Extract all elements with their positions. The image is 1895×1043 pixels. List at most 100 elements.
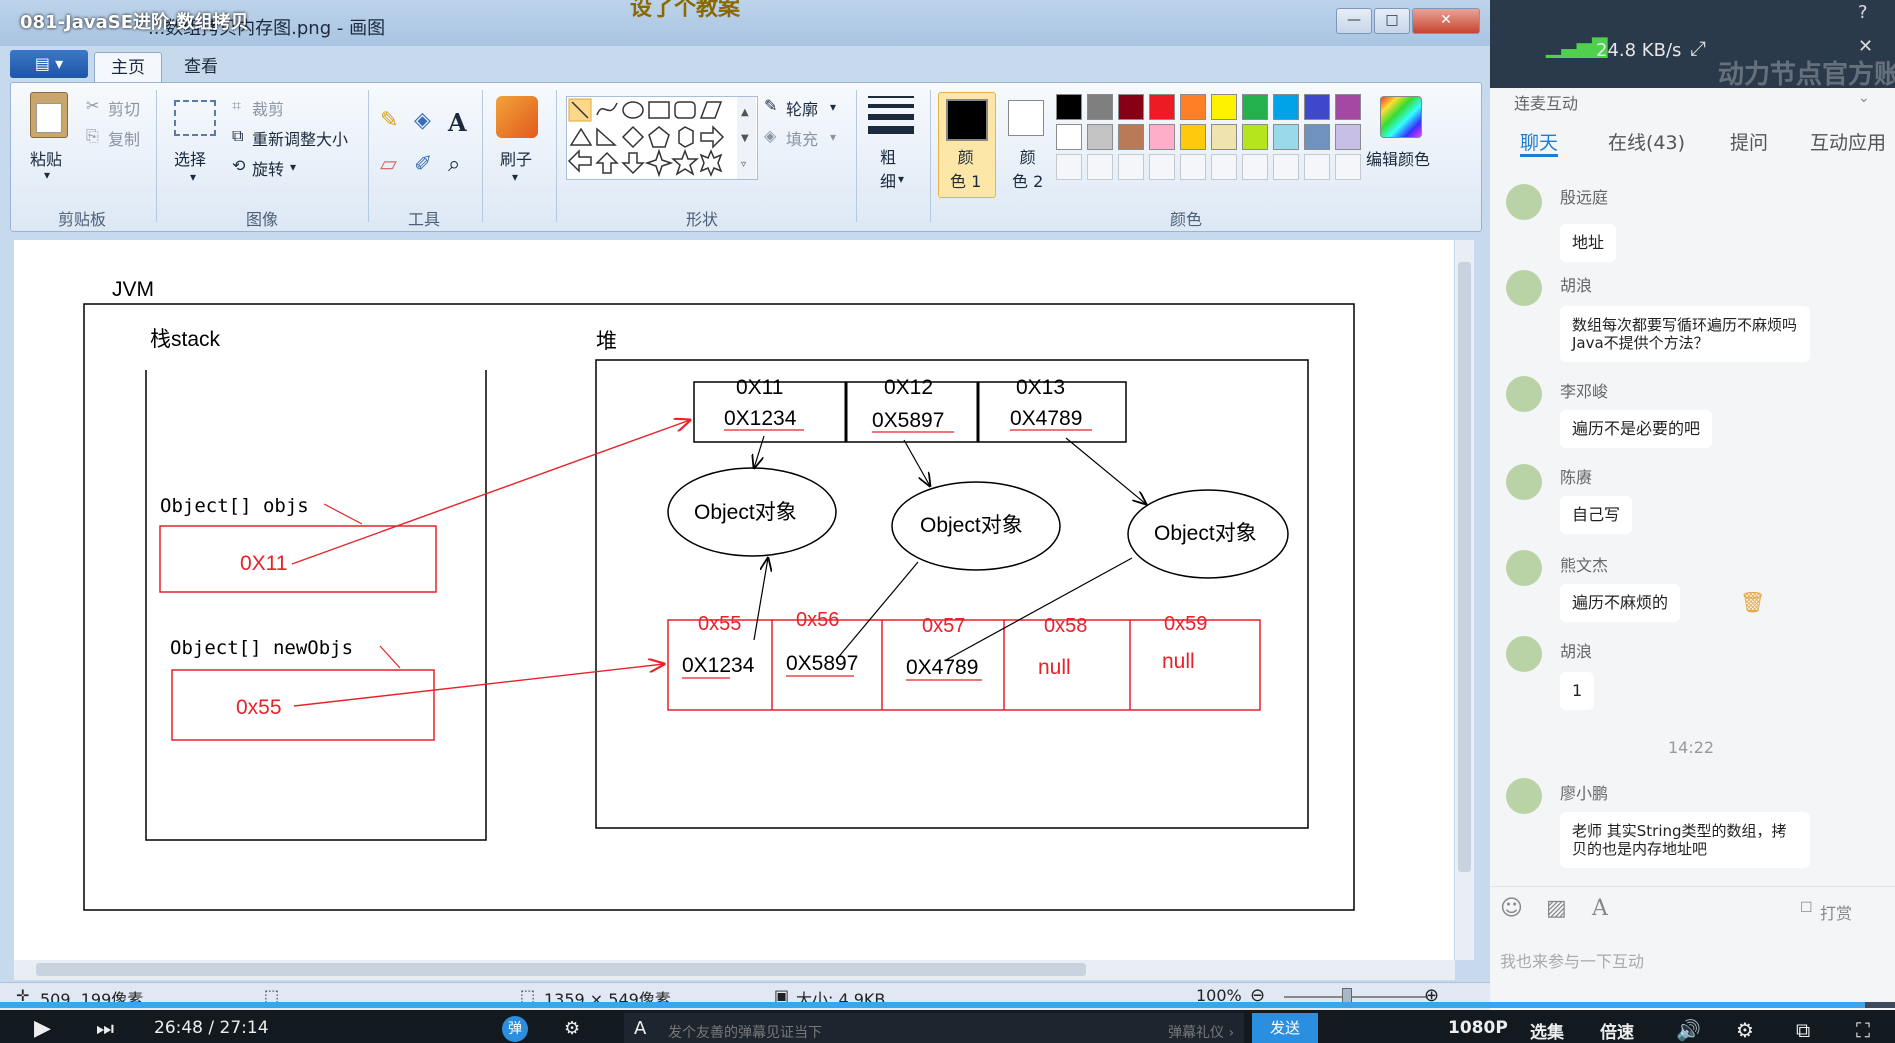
color-swatch[interactable] xyxy=(1335,94,1361,120)
fullscreen-icon[interactable]: ⛶ xyxy=(1856,1018,1870,1042)
color-swatch[interactable] xyxy=(1242,94,1268,120)
chevron-down-icon[interactable]: ▾ xyxy=(512,170,518,184)
fill-bucket-icon[interactable]: ◈ xyxy=(414,108,431,133)
color-swatch[interactable] xyxy=(1180,94,1206,120)
color-swatch[interactable] xyxy=(1242,124,1268,150)
edit-colors-button[interactable]: 编辑颜色 xyxy=(1366,146,1430,170)
color-swatch[interactable] xyxy=(1335,124,1361,150)
text-tool-icon[interactable]: A xyxy=(448,108,467,137)
fullscreen-icon[interactable]: ⤢ xyxy=(1690,36,1706,60)
brush-icon[interactable] xyxy=(496,96,538,138)
tab-chat[interactable]: 聊天 xyxy=(1520,128,1558,155)
vertical-scrollbar[interactable] xyxy=(1455,240,1474,960)
color-swatch[interactable] xyxy=(1273,124,1299,150)
color-swatch[interactable] xyxy=(1087,154,1113,180)
close-icon[interactable]: ✕ xyxy=(1858,36,1873,57)
fill-button[interactable]: 填充 xyxy=(786,126,818,150)
close-button[interactable]: ✕ xyxy=(1412,8,1480,34)
resize-button[interactable]: 重新调整大小 xyxy=(252,126,348,150)
danmaku-input[interactable]: 发个友善的弹幕见证当下 xyxy=(668,1022,822,1042)
chevron-down-icon[interactable]: ▾ xyxy=(44,168,50,182)
maximize-button[interactable]: □ xyxy=(1374,8,1410,34)
color-swatch[interactable] xyxy=(1087,94,1113,120)
color-palette[interactable] xyxy=(1056,94,1366,182)
tab-view[interactable]: 查看 xyxy=(168,52,234,82)
outline-button[interactable]: 轮廓 xyxy=(786,96,818,120)
paste-button[interactable]: 粘贴 xyxy=(30,146,62,170)
danmaku-toggle-icon[interactable]: 弹 xyxy=(502,1016,528,1042)
danmaku-style-icon[interactable]: A xyxy=(634,1018,646,1039)
color-swatch[interactable] xyxy=(1118,154,1144,180)
chat-input[interactable]: 我也来参与一下互动 xyxy=(1500,948,1644,972)
color-swatch[interactable] xyxy=(1242,154,1268,180)
tip-icon[interactable]: ☐ xyxy=(1800,900,1813,916)
cut-button[interactable]: 剪切 xyxy=(108,96,140,120)
color-swatch[interactable] xyxy=(1273,94,1299,120)
size-icon[interactable] xyxy=(868,96,914,134)
copy-button[interactable]: 复制 xyxy=(108,126,140,150)
danmaku-etiquette-link[interactable]: 弹幕礼仪 › xyxy=(1168,1022,1234,1042)
color-swatch[interactable] xyxy=(1304,94,1330,120)
color-swatch[interactable] xyxy=(1211,124,1237,150)
color-swatch[interactable] xyxy=(1335,154,1361,180)
color-swatch[interactable] xyxy=(1056,124,1082,150)
image-icon[interactable]: ▨ xyxy=(1546,896,1567,921)
chevron-down-icon[interactable]: ▾ xyxy=(190,170,196,184)
color-swatch[interactable] xyxy=(1149,124,1175,150)
help-icon[interactable]: ? xyxy=(1858,2,1868,23)
pencil-icon[interactable]: ✎ xyxy=(380,108,398,133)
tab-online[interactable]: 在线(43) xyxy=(1608,128,1685,155)
color-swatch[interactable] xyxy=(1304,154,1330,180)
tab-interactive-apps[interactable]: 互动应用 xyxy=(1810,128,1886,155)
color-swatch[interactable] xyxy=(1273,154,1299,180)
shapes-gallery[interactable]: ▲ ▼ ▿ xyxy=(566,96,758,180)
color-picker-icon[interactable]: ✐ xyxy=(414,152,432,177)
paste-icon[interactable] xyxy=(30,92,68,138)
play-icon[interactable]: ▶ xyxy=(34,1016,51,1041)
magnifier-icon[interactable]: ⌕ xyxy=(448,152,460,177)
danmaku-settings-icon[interactable]: ⚙ xyxy=(564,1018,580,1039)
color-swatch[interactable] xyxy=(1118,94,1144,120)
tab-questions[interactable]: 提问 xyxy=(1730,128,1768,155)
color-swatch[interactable] xyxy=(1056,94,1082,120)
brush-button[interactable]: 刷子 xyxy=(500,146,532,170)
settings-icon[interactable]: ⚙ xyxy=(1736,1018,1754,1042)
chevron-down-icon[interactable]: ▾ xyxy=(290,160,296,174)
color-swatch[interactable] xyxy=(1304,124,1330,150)
select-button[interactable]: 选择 xyxy=(174,146,206,170)
send-button[interactable]: 发送 xyxy=(1252,1013,1318,1043)
chevron-down-icon[interactable]: ▾ xyxy=(898,172,904,186)
eraser-icon[interactable]: ▱ xyxy=(380,152,397,177)
episodes-button[interactable]: 选集 xyxy=(1530,1018,1564,1043)
color-swatch[interactable] xyxy=(1149,154,1175,180)
size-button[interactable]: 粗 细 xyxy=(880,146,896,194)
color2-button[interactable] xyxy=(1008,100,1044,136)
next-icon[interactable]: ⏭ xyxy=(96,1016,114,1040)
crop-button[interactable]: 裁剪 xyxy=(252,96,284,120)
picture-in-picture-icon[interactable]: ⧉ xyxy=(1796,1018,1810,1042)
emoji-icon[interactable]: ☺ xyxy=(1500,896,1523,921)
trash-icon[interactable]: 🗑 xyxy=(1740,590,1765,614)
color-swatch[interactable] xyxy=(1180,124,1206,150)
tab-home[interactable]: 主页 xyxy=(94,52,162,83)
file-menu-button[interactable]: ▤ ▾ xyxy=(10,50,88,78)
color-swatch[interactable] xyxy=(1056,154,1082,180)
color-swatch[interactable] xyxy=(1211,154,1237,180)
color-swatch[interactable] xyxy=(1118,124,1144,150)
color-swatch[interactable] xyxy=(1211,94,1237,120)
chevron-down-icon[interactable]: ▾ xyxy=(830,100,836,114)
quality-button[interactable]: 1080P xyxy=(1448,1018,1508,1038)
color-swatch[interactable] xyxy=(1180,154,1206,180)
chevron-down-icon[interactable]: ⌄ xyxy=(1858,90,1870,106)
font-size-icon[interactable]: A xyxy=(1592,896,1608,921)
speed-button[interactable]: 倍速 xyxy=(1600,1018,1634,1043)
select-icon[interactable] xyxy=(174,100,216,136)
tip-button[interactable]: 打赏 xyxy=(1820,900,1852,924)
rotate-button[interactable]: 旋转 xyxy=(252,156,284,180)
zoom-slider[interactable] xyxy=(1284,996,1428,998)
edit-colors-icon[interactable] xyxy=(1380,96,1422,138)
horizontal-scrollbar[interactable] xyxy=(14,960,1455,980)
color-swatch[interactable] xyxy=(1087,124,1113,150)
chevron-down-icon[interactable]: ▾ xyxy=(830,130,836,144)
color-swatch[interactable] xyxy=(1149,94,1175,120)
